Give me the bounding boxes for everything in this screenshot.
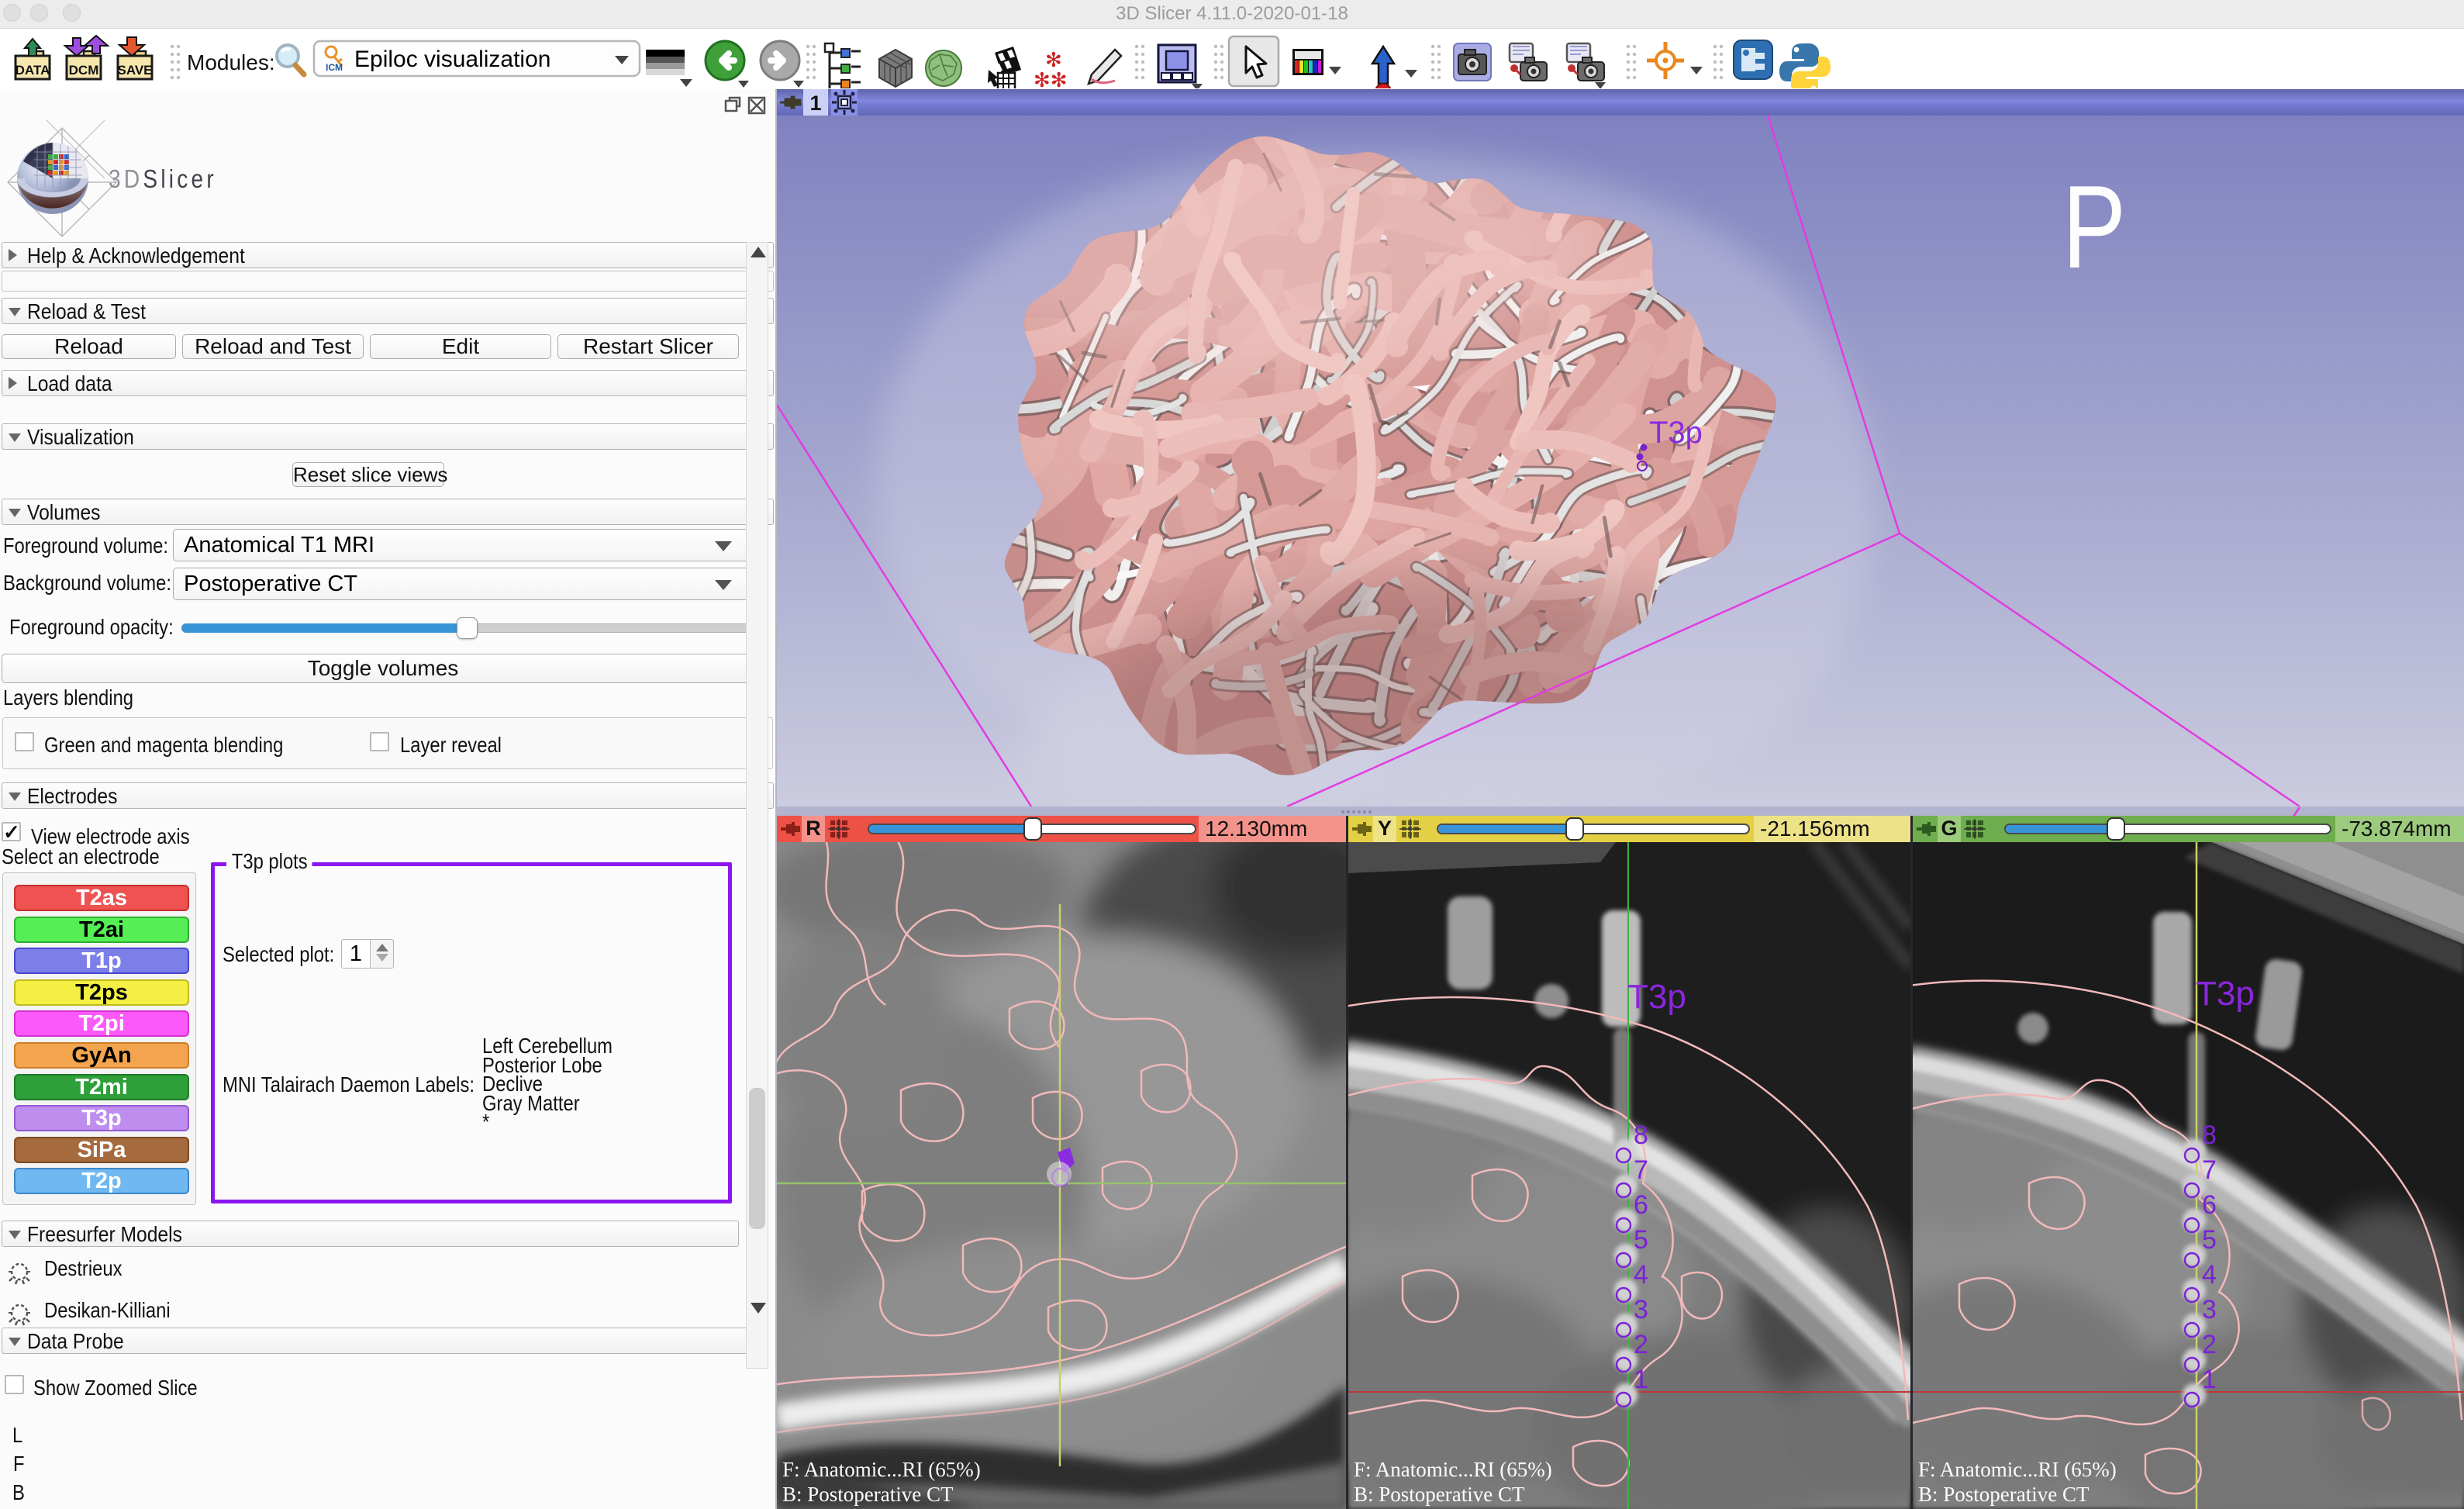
svg-text:Modules:: Modules: (187, 50, 275, 74)
svg-text:4: 4 (2202, 1260, 2217, 1290)
svg-text:B: Postoperative CT: B: Postoperative CT (1918, 1483, 2090, 1506)
svg-text:Epiloc visualization: Epiloc visualization (354, 47, 550, 72)
svg-text:B: Postoperative CT: B: Postoperative CT (782, 1483, 954, 1506)
svg-text:7: 7 (1634, 1155, 1648, 1185)
svg-text:5: 5 (1634, 1225, 1648, 1255)
svg-text:8: 8 (2202, 1121, 2217, 1150)
svg-text:4: 4 (1634, 1260, 1648, 1290)
svg-text:1: 1 (809, 92, 821, 115)
svg-text:5: 5 (2202, 1225, 2217, 1255)
svg-text:T3p: T3p (1649, 416, 1703, 450)
svg-text:DCM: DCM (69, 63, 99, 78)
svg-text:T3p: T3p (1627, 978, 1686, 1016)
svg-text:3: 3 (1634, 1295, 1648, 1324)
svg-text:P: P (2062, 161, 2126, 293)
svg-text:T3p: T3p (2196, 975, 2255, 1013)
svg-text:1: 1 (1634, 1365, 1648, 1394)
svg-text:F: Anatomic...RI (65%): F: Anatomic...RI (65%) (1354, 1458, 1552, 1481)
svg-text:F: Anatomic...RI (65%): F: Anatomic...RI (65%) (782, 1458, 981, 1481)
svg-text:✻✻: ✻✻ (1034, 68, 1068, 88)
svg-text:ICM: ICM (326, 62, 343, 73)
svg-text:SAVE: SAVE (117, 63, 152, 78)
svg-text:3: 3 (2202, 1295, 2217, 1324)
svg-text:F: Anatomic...RI (65%): F: Anatomic...RI (65%) (1918, 1458, 2117, 1481)
svg-text:6: 6 (2202, 1190, 2217, 1220)
svg-text:B: Postoperative CT: B: Postoperative CT (1354, 1483, 1525, 1506)
svg-text:1: 1 (2202, 1365, 2217, 1394)
svg-text:DATA: DATA (16, 63, 50, 78)
svg-text:2: 2 (2202, 1330, 2217, 1359)
svg-text:2: 2 (1634, 1330, 1648, 1359)
svg-text:7: 7 (2202, 1155, 2217, 1185)
svg-text:8: 8 (1634, 1121, 1648, 1150)
svg-text:6: 6 (1634, 1190, 1648, 1220)
